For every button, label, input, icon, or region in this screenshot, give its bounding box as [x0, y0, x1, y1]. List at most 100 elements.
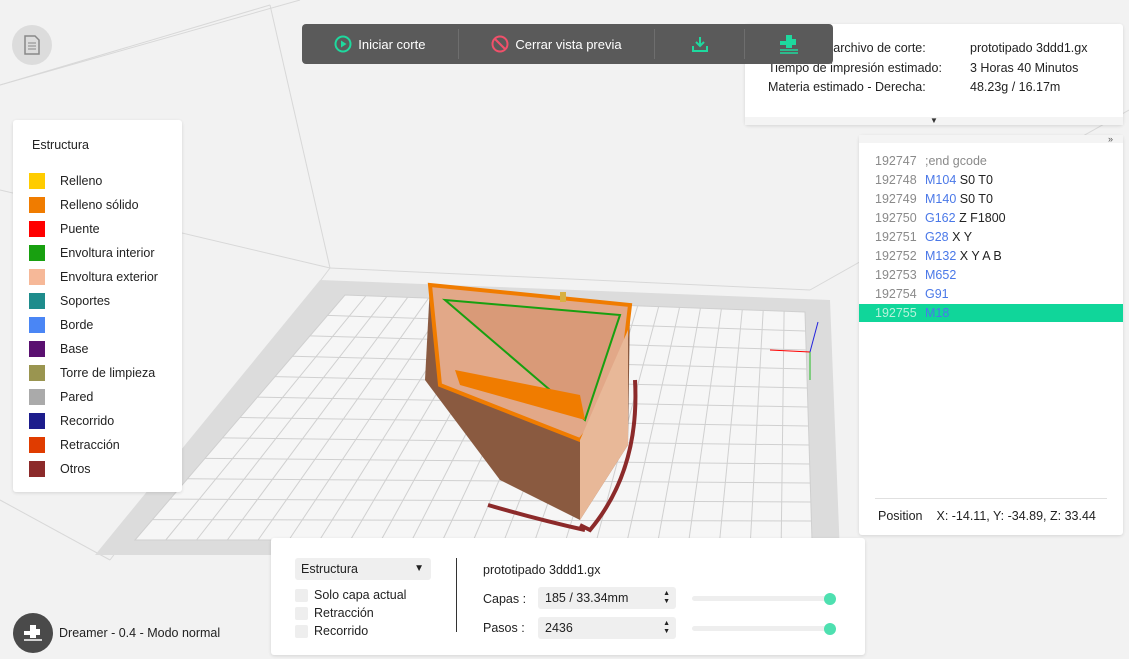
export-button[interactable] [655, 24, 744, 64]
gcode-line[interactable]: 192751 G28 X Y [859, 228, 1123, 246]
close-preview-button[interactable]: Cerrar vista previa [459, 24, 655, 64]
prohibit-icon [491, 35, 509, 53]
steps-label: Pasos : [483, 621, 525, 635]
legend-item: Pared [29, 389, 93, 405]
legend-item: Borde [29, 317, 93, 333]
position-readout: Position X: -14.11, Y: -34.89, Z: 33.44 [878, 509, 1096, 523]
layers-spinbox[interactable]: 185 / 33.34mm ▲ ▼ [538, 587, 676, 609]
legend-swatch [29, 173, 45, 189]
gcode-command: M104 [925, 173, 957, 187]
gcode-line[interactable]: 192747 ;end gcode [859, 152, 1123, 170]
layers-slider[interactable] [692, 593, 836, 605]
legend-item: Soportes [29, 293, 110, 309]
legend-item: Recorrido [29, 413, 114, 429]
view-type-select[interactable]: Estructura ▼ [295, 558, 431, 580]
legend-label: Relleno sólido [60, 198, 139, 212]
gcode-line[interactable]: 192750 G162 Z F1800 [859, 209, 1123, 227]
steps-value: 2436 [545, 621, 573, 635]
checkbox-box[interactable] [295, 606, 308, 620]
position-label: Position [878, 509, 923, 523]
document-icon [24, 35, 40, 55]
legend-item: Otros [29, 461, 91, 477]
printer-button[interactable] [13, 613, 53, 653]
divider [456, 558, 457, 632]
line-number: 192748 [875, 173, 917, 187]
gcode-line[interactable]: 192748 M104 S0 T0 [859, 171, 1123, 189]
gcode-command: G28 [925, 230, 949, 244]
checkbox-box[interactable] [295, 588, 308, 602]
checkbox-box[interactable] [295, 624, 308, 638]
legend-label: Base [60, 342, 89, 356]
layers-label: Capas : [483, 592, 527, 606]
caret-down-icon: ▼ [414, 563, 424, 574]
gcode-args: Z F1800 [959, 211, 1006, 225]
legend-item: Torre de limpieza [29, 365, 155, 381]
collapse-info-toggle[interactable]: ▼ [745, 117, 1123, 125]
expand-gcode-toggle[interactable]: » [859, 134, 1123, 144]
file-name: prototipado 3ddd1.gx [483, 563, 601, 577]
legend-swatch [29, 389, 45, 405]
legend-label: Envoltura exterior [60, 270, 158, 284]
gcode-args: S0 T0 [959, 173, 993, 187]
gcode-command: M18 [925, 306, 950, 320]
view-type-value: Estructura [301, 562, 358, 576]
legend-label: Otros [60, 462, 91, 476]
spin-arrows-icon[interactable]: ▲ ▼ [663, 620, 670, 636]
gcode-line[interactable]: 192755 M18 [859, 304, 1123, 322]
checkbox-travel[interactable]: Recorrido [295, 624, 368, 638]
gcode-line[interactable]: 192752 M132 X Y A B [859, 247, 1123, 265]
line-number: 192754 [875, 287, 917, 301]
legend-label: Pared [60, 390, 94, 404]
checkbox-label: Retracción [314, 606, 374, 620]
download-icon [691, 37, 708, 52]
steps-slider[interactable] [692, 623, 836, 635]
legend-title: Estructura [32, 138, 89, 152]
print-nozzle-icon [24, 625, 42, 641]
print-button[interactable] [745, 24, 833, 64]
gcode-panel: » 192747 ;end gcode 192748 M104 S0 T0 19274… [859, 135, 1123, 535]
legend-item: Envoltura exterior [29, 269, 158, 285]
line-number: 192749 [875, 192, 917, 206]
play-circle-icon [334, 35, 352, 53]
position-value: X: -14.11, Y: -34.89, Z: 33.44 [936, 509, 1096, 523]
gcode-args: X Y A B [959, 249, 1002, 263]
line-number: 192751 [875, 230, 917, 244]
spin-arrows-icon[interactable]: ▲ ▼ [663, 590, 670, 606]
legend-label: Soportes [60, 294, 111, 308]
legend-swatch [29, 293, 45, 309]
toolbar: Iniciar corte Cerrar vista previa [302, 24, 833, 64]
print-nozzle-icon [780, 35, 799, 54]
start-slice-button[interactable]: Iniciar corte [302, 24, 458, 64]
double-chevron-right-icon: » [1107, 134, 1113, 144]
legend-item: Relleno sólido [29, 197, 139, 213]
line-number: 192752 [875, 249, 917, 263]
gcode-line[interactable]: 192754 G91 [859, 285, 1123, 303]
legend-item: Relleno [29, 173, 102, 189]
slider-handle[interactable] [824, 623, 836, 635]
legend-label: Retracción [60, 438, 120, 452]
legend-label: Puente [60, 222, 100, 236]
legend-swatch [29, 341, 45, 357]
layers-value: 185 / 33.34mm [545, 591, 629, 605]
legend-label: Envoltura interior [60, 246, 155, 260]
document-button[interactable] [12, 25, 52, 65]
preview-controls-panel: Estructura ▼ Solo capa actual Retracción … [271, 538, 865, 655]
structure-legend: Estructura Relleno Relleno sólido Puente En… [13, 120, 182, 492]
gcode-command: M652 [925, 268, 957, 282]
slider-handle[interactable] [824, 593, 836, 605]
legend-swatch [29, 437, 45, 453]
checkbox-current-layer[interactable]: Solo capa actual [295, 588, 406, 602]
legend-swatch [29, 245, 45, 261]
legend-item: Puente [29, 221, 100, 237]
info-value: prototipado 3ddd1.gx [970, 41, 1088, 55]
line-number: 192750 [875, 211, 917, 225]
info-row-material: Materia estimado - Derecha: 48.23g / 16.1… [768, 80, 1060, 94]
gcode-args: X Y [952, 230, 973, 244]
legend-label: Recorrido [60, 414, 115, 428]
gcode-line[interactable]: 192753 M652 [859, 266, 1123, 284]
legend-swatch [29, 197, 45, 213]
steps-spinbox[interactable]: 2436 ▲ ▼ [538, 617, 676, 639]
gcode-line[interactable]: 192749 M140 S0 T0 [859, 190, 1123, 208]
caret-down-icon: ▼ [930, 116, 938, 125]
checkbox-retraction[interactable]: Retracción [295, 606, 374, 620]
